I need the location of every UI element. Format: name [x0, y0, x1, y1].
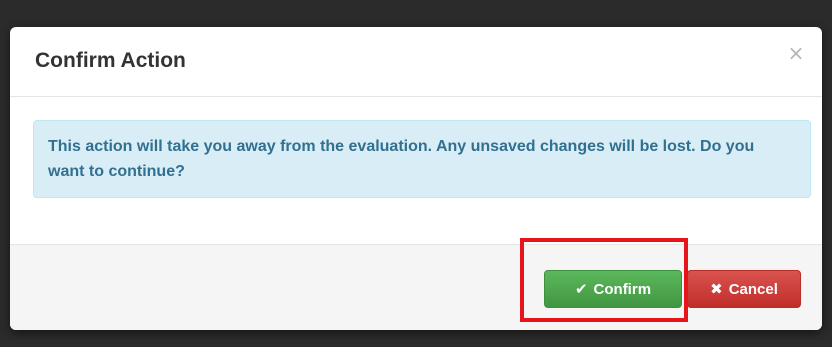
- modal-body: This action will take you away from the …: [10, 97, 822, 244]
- check-icon: ✔: [574, 280, 588, 298]
- cancel-button[interactable]: ✖ Cancel: [687, 270, 801, 308]
- confirm-button[interactable]: ✔ Confirm: [544, 270, 682, 308]
- confirm-dialog: Confirm Action × This action will take y…: [10, 27, 822, 330]
- modal-footer: ✔ Confirm ✖ Cancel: [10, 244, 822, 330]
- modal-title: Confirm Action: [35, 49, 186, 72]
- alert-message: This action will take you away from the …: [48, 138, 755, 180]
- modal-header: Confirm Action ×: [10, 27, 822, 97]
- info-alert: This action will take you away from the …: [33, 120, 811, 198]
- x-icon: ✖: [710, 280, 723, 298]
- close-icon: ×: [787, 41, 805, 65]
- close-button[interactable]: ×: [786, 43, 806, 63]
- cancel-button-label: Cancel: [728, 281, 778, 298]
- confirm-button-label: Confirm: [593, 281, 652, 298]
